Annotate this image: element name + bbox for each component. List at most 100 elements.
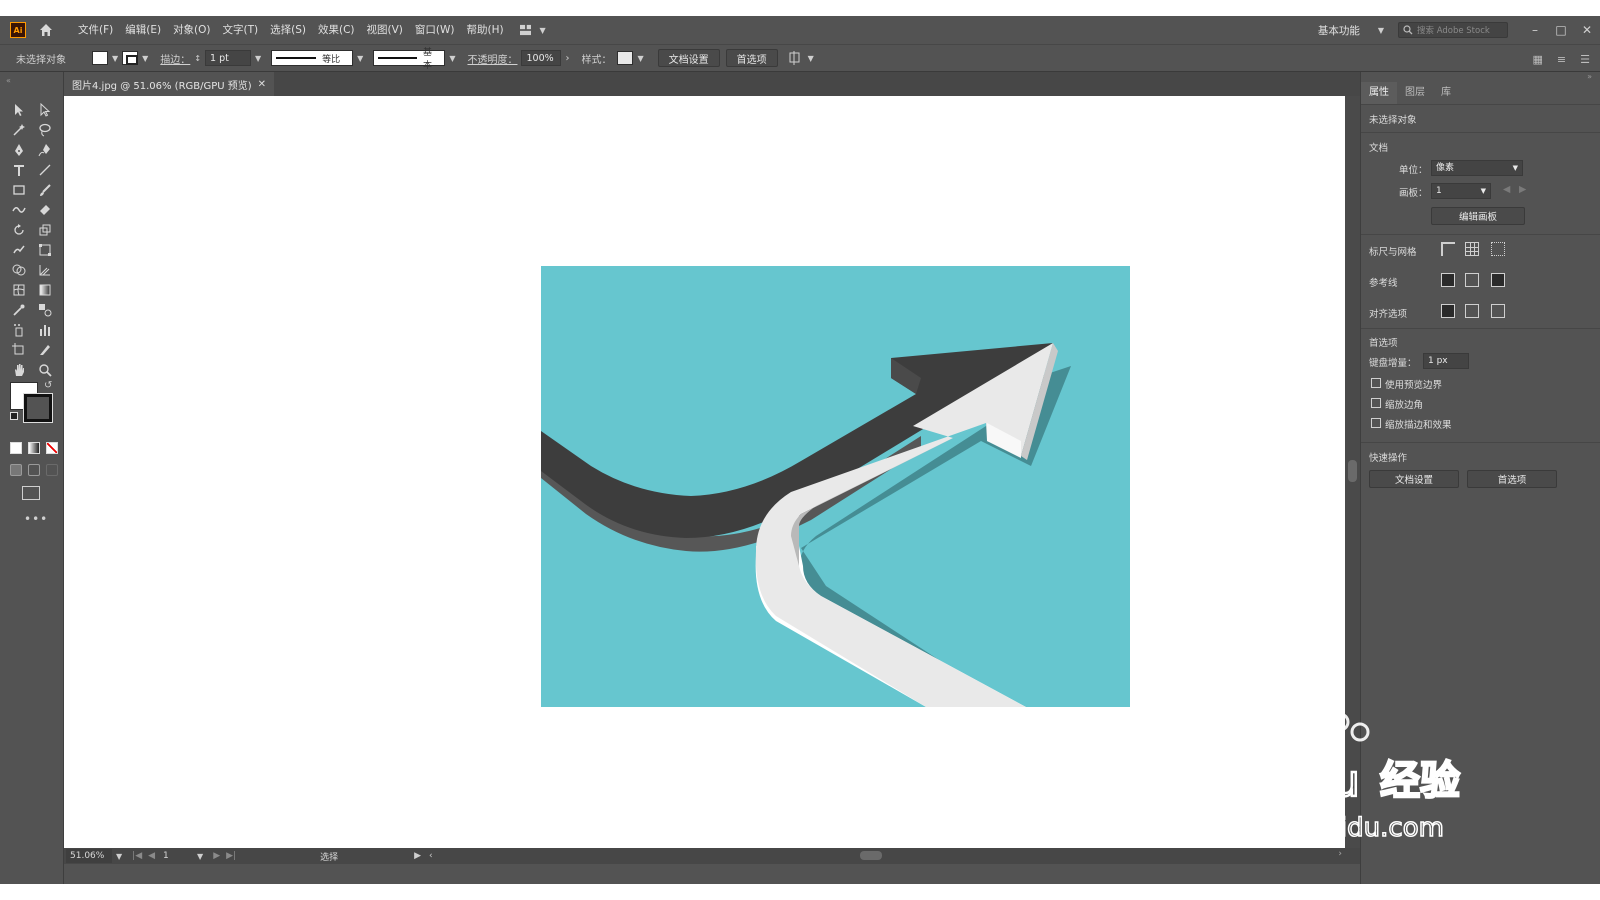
scroll-right-icon[interactable]: ›	[1338, 849, 1342, 859]
chevron-down-icon[interactable]: ▼	[112, 54, 118, 63]
preferences-button[interactable]: 首选项	[725, 49, 778, 67]
warp-tool[interactable]	[8, 240, 30, 260]
default-fill-stroke-icon[interactable]	[10, 412, 18, 420]
menu-view[interactable]: 视图(V)	[361, 16, 409, 44]
draw-inside-icon[interactable]	[46, 464, 58, 476]
next-artboard-arrow-icon[interactable]: ▶	[1519, 184, 1526, 195]
stroke-label[interactable]: 描边：	[160, 51, 190, 66]
quick-document-setup-button[interactable]: 文档设置	[1369, 470, 1459, 488]
menu-select[interactable]: 选择(S)	[264, 16, 312, 44]
menu-help[interactable]: 帮助(H)	[461, 16, 510, 44]
next-artboard-icon[interactable]: ▶	[213, 851, 220, 861]
slice-tool[interactable]	[34, 340, 56, 360]
scroll-left-icon[interactable]: ‹	[429, 851, 433, 861]
prev-artboard-icon[interactable]: ◀	[148, 851, 155, 861]
document-tab[interactable]: 图片4.jpg @ 51.06% (RGB/GPU 预览) ✕	[64, 72, 274, 96]
prev-artboard-arrow-icon[interactable]: ◀	[1503, 184, 1510, 195]
rectangle-tool[interactable]	[8, 180, 30, 200]
home-icon[interactable]	[38, 22, 54, 38]
perspective-grid-tool[interactable]	[34, 260, 56, 280]
draw-normal-icon[interactable]	[10, 464, 22, 476]
chevron-down-icon[interactable]: ▼	[637, 54, 643, 63]
curvature-tool[interactable]	[34, 140, 56, 160]
chevron-down-icon[interactable]: ▼	[449, 54, 455, 63]
blend-tool[interactable]	[34, 300, 56, 320]
smart-guides-icon[interactable]	[1491, 273, 1505, 287]
document-setup-button[interactable]: 文档设置	[657, 49, 720, 67]
close-button[interactable]: ✕	[1574, 16, 1600, 44]
zoom-field[interactable]: 51.06%	[66, 849, 112, 863]
graphic-style-swatch[interactable]	[617, 51, 634, 65]
menu-window[interactable]: 窗口(W)	[409, 16, 461, 44]
chevron-down-icon[interactable]: ▼	[142, 54, 148, 63]
line-segment-tool[interactable]	[34, 160, 56, 180]
expand-icon[interactable]: »	[1587, 72, 1592, 81]
eyedropper-tool[interactable]	[8, 300, 30, 320]
tab-layers[interactable]: 图层	[1397, 82, 1433, 104]
shaper-tool[interactable]	[8, 200, 30, 220]
paintbrush-tool[interactable]	[34, 180, 56, 200]
menu-effect[interactable]: 效果(C)	[312, 16, 361, 44]
align-to-artboard-icon[interactable]	[1491, 304, 1505, 318]
tab-libraries[interactable]: 库	[1433, 82, 1459, 104]
symbol-sprayer-tool[interactable]	[8, 320, 30, 340]
selection-tool[interactable]	[8, 100, 30, 120]
maximize-button[interactable]: □	[1548, 16, 1574, 44]
checkbox-scale-corners[interactable]	[1371, 398, 1381, 408]
menu-file[interactable]: 文件(F)	[72, 16, 119, 44]
tab-properties[interactable]: 属性	[1361, 82, 1397, 104]
menu-edit[interactable]: 编辑(E)	[119, 16, 167, 44]
vertical-scroll-thumb[interactable]	[1348, 460, 1357, 482]
gradient-tool[interactable]	[34, 280, 56, 300]
grid-icon[interactable]	[1465, 242, 1479, 256]
horizontal-scroll-thumb[interactable]	[860, 851, 882, 860]
artboard-select[interactable]: 1 ▼	[1431, 183, 1491, 199]
first-artboard-icon[interactable]: |◀	[132, 851, 142, 861]
align-to-key-icon[interactable]	[1465, 304, 1479, 318]
last-artboard-icon[interactable]: ▶|	[226, 851, 236, 861]
type-tool[interactable]	[8, 160, 30, 180]
lock-guides-icon[interactable]	[1465, 273, 1479, 287]
keyboard-increment-field[interactable]: 1 px	[1423, 353, 1469, 369]
show-guides-icon[interactable]	[1441, 273, 1455, 287]
stroke-swatch[interactable]	[122, 51, 139, 65]
screen-mode-icon[interactable]	[22, 486, 40, 500]
menu-type[interactable]: 文字(T)	[217, 16, 265, 44]
artwork-image[interactable]	[541, 266, 1130, 707]
chevron-down-icon[interactable]: ▼	[357, 54, 363, 63]
zoom-tool[interactable]	[34, 360, 56, 380]
stroke-color[interactable]	[23, 393, 53, 423]
arrange-documents-icon[interactable]: ▼	[519, 23, 550, 37]
stroke-weight-field[interactable]: 1 pt	[205, 50, 252, 66]
color-mode-button[interactable]	[10, 442, 22, 454]
variable-width-profile[interactable]: 等比	[271, 50, 354, 66]
minimize-button[interactable]: –	[1522, 16, 1548, 44]
chevron-right-icon[interactable]: ›	[565, 53, 569, 64]
align-to-selection-icon[interactable]	[1441, 304, 1455, 318]
rulers-icon[interactable]	[1441, 242, 1455, 256]
opacity-label[interactable]: 不透明度：	[467, 51, 517, 66]
draw-behind-icon[interactable]	[28, 464, 40, 476]
edit-artboards-button[interactable]: 编辑画板	[1431, 207, 1525, 225]
eraser-tool[interactable]	[34, 200, 56, 220]
status-menu-icon[interactable]: ▶	[414, 851, 421, 861]
close-icon[interactable]: ✕	[258, 79, 266, 90]
panel-menu-icon[interactable]: ☰	[1580, 53, 1590, 66]
scale-tool[interactable]	[34, 220, 56, 240]
swap-fill-stroke-icon[interactable]: ↺	[44, 380, 52, 391]
checkbox-scale-strokes[interactable]	[1371, 418, 1381, 428]
artboard-number[interactable]: 1	[163, 851, 193, 861]
stock-search-input[interactable]: 搜索 Adobe Stock	[1398, 22, 1508, 38]
transparency-grid-icon[interactable]	[1491, 242, 1505, 256]
none-mode-button[interactable]	[46, 442, 58, 454]
menu-object[interactable]: 对象(O)	[167, 16, 216, 44]
align-icon[interactable]: ≡	[1557, 53, 1566, 66]
shape-builder-tool[interactable]	[8, 260, 30, 280]
isolate-icon[interactable]: ▦	[1533, 53, 1543, 66]
chevron-down-icon[interactable]: ▼	[116, 852, 122, 861]
free-transform-tool[interactable]	[34, 240, 56, 260]
chevron-down-icon[interactable]: ▼	[255, 54, 261, 63]
brush-definition[interactable]: 基本	[373, 48, 446, 71]
checkbox-preview-bounds[interactable]	[1371, 378, 1381, 388]
workspace-switcher[interactable]: 基本功能	[1318, 23, 1360, 38]
